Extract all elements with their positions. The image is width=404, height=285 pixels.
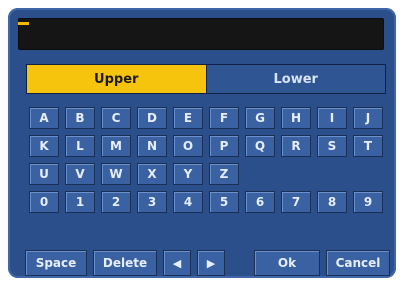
key-r[interactable]: R — [281, 135, 311, 157]
key-8[interactable]: 8 — [317, 191, 347, 213]
key-h[interactable]: H — [281, 107, 311, 129]
key-6[interactable]: 6 — [245, 191, 275, 213]
key-5[interactable]: 5 — [209, 191, 239, 213]
key-b[interactable]: B — [65, 107, 95, 129]
delete-button[interactable]: Delete — [93, 250, 157, 276]
space-button[interactable]: Space — [25, 250, 87, 276]
case-tabs: Upper Lower — [26, 64, 386, 94]
key-j[interactable]: J — [353, 107, 383, 129]
key-m[interactable]: M — [101, 135, 131, 157]
key-2[interactable]: 2 — [101, 191, 131, 213]
key-9[interactable]: 9 — [353, 191, 383, 213]
key-q[interactable]: Q — [245, 135, 275, 157]
key-f[interactable]: F — [209, 107, 239, 129]
key-u[interactable]: U — [29, 163, 59, 185]
key-k[interactable]: K — [29, 135, 59, 157]
key-c[interactable]: C — [101, 107, 131, 129]
key-y[interactable]: Y — [173, 163, 203, 185]
cursor-left-button[interactable]: ◀ — [163, 250, 191, 276]
key-t[interactable]: T — [353, 135, 383, 157]
key-l[interactable]: L — [65, 135, 95, 157]
arrow-left-icon: ◀ — [172, 256, 182, 270]
cursor-right-button[interactable]: ▶ — [197, 250, 225, 276]
tab-lower[interactable]: Lower — [205, 65, 385, 93]
key-x[interactable]: X — [137, 163, 167, 185]
arrow-right-icon: ▶ — [206, 256, 216, 270]
key-i[interactable]: I — [317, 107, 347, 129]
key-1[interactable]: 1 — [65, 191, 95, 213]
key-w[interactable]: W — [101, 163, 131, 185]
key-s[interactable]: S — [317, 135, 347, 157]
key-d[interactable]: D — [137, 107, 167, 129]
key-z[interactable]: Z — [209, 163, 239, 185]
key-7[interactable]: 7 — [281, 191, 311, 213]
key-g[interactable]: G — [245, 107, 275, 129]
key-o[interactable]: O — [173, 135, 203, 157]
cancel-button[interactable]: Cancel — [326, 250, 390, 276]
key-p[interactable]: P — [209, 135, 239, 157]
key-n[interactable]: N — [137, 135, 167, 157]
ok-button[interactable]: Ok — [254, 250, 320, 276]
key-e[interactable]: E — [173, 107, 203, 129]
key-4[interactable]: 4 — [173, 191, 203, 213]
key-0[interactable]: 0 — [29, 191, 59, 213]
tab-upper[interactable]: Upper — [27, 65, 206, 93]
key-a[interactable]: A — [29, 107, 59, 129]
text-cursor — [18, 22, 29, 25]
key-3[interactable]: 3 — [137, 191, 167, 213]
text-entry-field[interactable] — [18, 18, 384, 50]
key-v[interactable]: V — [65, 163, 95, 185]
